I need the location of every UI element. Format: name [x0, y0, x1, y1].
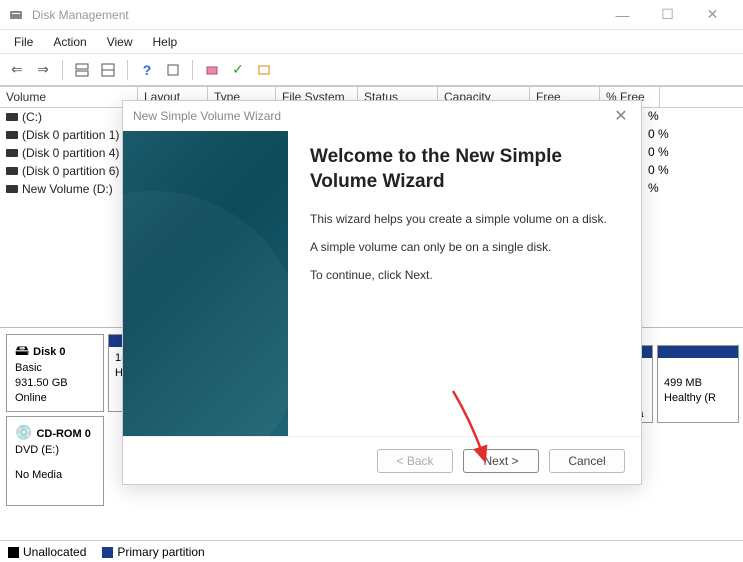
disk-type: Basic — [15, 361, 95, 376]
wizard-title: New Simple Volume Wizard — [133, 109, 281, 123]
view-bottom-icon[interactable] — [97, 59, 119, 81]
view-top-icon[interactable] — [71, 59, 93, 81]
legend-unallocated: Unallocated — [23, 545, 86, 559]
wizard-text: A simple volume can only be on a single … — [310, 240, 619, 254]
cancel-button[interactable]: Cancel — [549, 449, 625, 473]
menu-file[interactable]: File — [4, 33, 43, 51]
close-icon[interactable]: ✕ — [611, 106, 631, 126]
drive-icon — [6, 167, 18, 175]
swatch-unallocated — [8, 547, 19, 558]
back-icon[interactable]: ⇐ — [6, 59, 28, 81]
volume-name: (Disk 0 partition 6) — [22, 164, 119, 178]
forward-icon[interactable]: ⇒ — [32, 59, 54, 81]
disk-name: Disk 0 — [33, 346, 65, 358]
maximize-button[interactable]: ☐ — [645, 0, 690, 30]
drive-icon — [6, 113, 18, 121]
help-icon[interactable]: ? — [136, 59, 158, 81]
col-volume[interactable]: Volume — [0, 87, 138, 107]
volume-name: (Disk 0 partition 4) — [22, 146, 119, 160]
disk-icon: 🖴 — [15, 342, 29, 358]
cdrom-info-panel[interactable]: 💿 CD-ROM 0 DVD (E:) No Media — [6, 416, 104, 506]
wizard-heading: Welcome to the New Simple Volume Wizard — [310, 145, 619, 194]
cdrom-drive: DVD (E:) — [15, 443, 95, 458]
separator — [127, 60, 128, 80]
cdrom-name: CD-ROM 0 — [36, 428, 90, 440]
minimize-button[interactable]: — — [600, 0, 645, 30]
close-button[interactable]: ✕ — [690, 0, 735, 30]
legend: Unallocated Primary partition — [0, 540, 743, 562]
legend-primary: Primary partition — [117, 545, 204, 559]
wizard-content: Welcome to the New Simple Volume Wizard … — [288, 131, 641, 436]
drive-icon — [6, 149, 18, 157]
wizard-dialog: New Simple Volume Wizard ✕ Welcome to th… — [122, 100, 642, 485]
separator — [62, 60, 63, 80]
drive-icon — [6, 185, 18, 193]
disk-status: Online — [15, 391, 95, 406]
menu-help[interactable]: Help — [143, 33, 188, 51]
action3-icon[interactable] — [253, 59, 275, 81]
separator — [192, 60, 193, 80]
wizard-footer: < Back Next > Cancel — [123, 436, 641, 484]
disk-size: 931.50 GB — [15, 376, 95, 391]
volume-name: (Disk 0 partition 1) — [22, 128, 119, 142]
toolbar: ⇐ ⇒ ? ✓ — [0, 54, 743, 86]
next-button[interactable]: Next > — [463, 449, 539, 473]
back-button: < Back — [377, 449, 453, 473]
volume-name: (C:) — [22, 110, 42, 124]
action2-icon[interactable]: ✓ — [227, 59, 249, 81]
menu-view[interactable]: View — [97, 33, 143, 51]
action1-icon[interactable] — [201, 59, 223, 81]
window-title: Disk Management — [32, 8, 600, 22]
disk-info-panel[interactable]: 🖴 Disk 0 Basic 931.50 GB Online — [6, 334, 104, 412]
volume-name: New Volume (D:) — [22, 182, 113, 196]
partition[interactable]: 499 MB Healthy (R — [657, 345, 739, 423]
app-icon — [8, 7, 24, 23]
refresh-icon[interactable] — [162, 59, 184, 81]
wizard-text: To continue, click Next. — [310, 268, 619, 282]
swatch-primary — [102, 547, 113, 558]
wizard-text: This wizard helps you create a simple vo… — [310, 212, 619, 226]
window-titlebar: Disk Management — ☐ ✕ — [0, 0, 743, 30]
pctfree-peek: % 0 % 0 % 0 % % — [648, 107, 669, 197]
wizard-sidebar-graphic — [123, 131, 288, 436]
drive-icon — [6, 131, 18, 139]
menu-bar: File Action View Help — [0, 30, 743, 54]
wizard-titlebar: New Simple Volume Wizard ✕ — [123, 101, 641, 131]
menu-action[interactable]: Action — [43, 33, 96, 51]
cdrom-icon: 💿 — [15, 424, 32, 440]
cdrom-status: No Media — [15, 468, 95, 483]
